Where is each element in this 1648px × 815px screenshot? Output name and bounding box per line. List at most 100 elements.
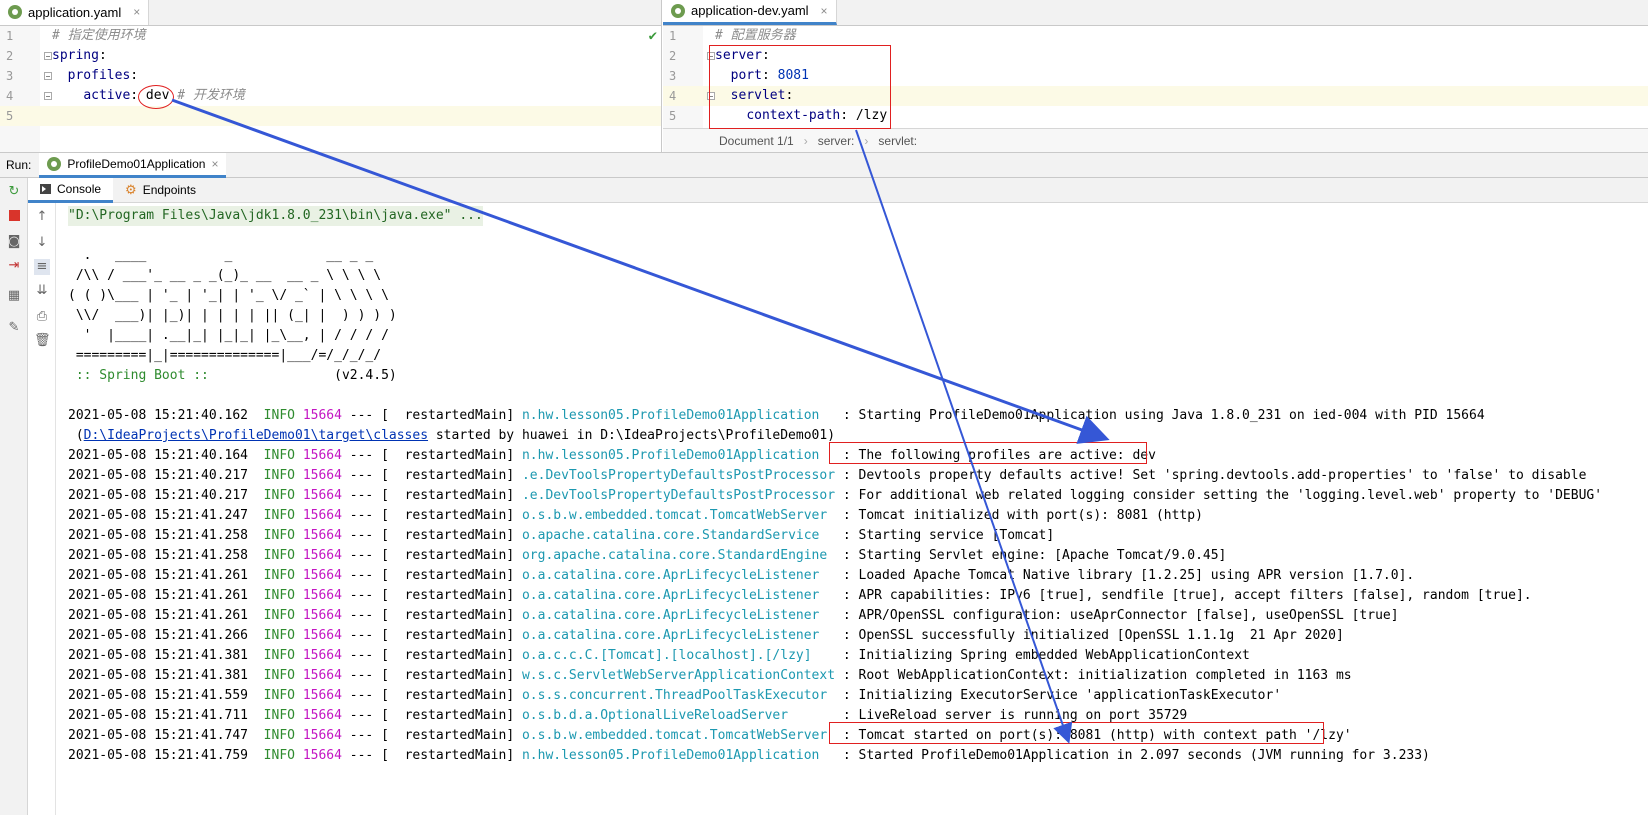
log-message: : Loaded Apache Tomcat Native library [1… xyxy=(835,568,1415,583)
log-thread: --- [ restartedMain] xyxy=(341,568,522,583)
trash-icon[interactable]: 🗑 xyxy=(34,333,51,349)
log-space xyxy=(248,588,264,603)
run-config-tab[interactable]: ProfileDemo01Application × xyxy=(39,152,227,178)
log-timestamp: 2021-05-08 15:21:40.217 xyxy=(68,488,249,503)
layout-icon[interactable]: ▦ xyxy=(6,288,22,304)
code-line[interactable]: 5 xyxy=(0,106,661,126)
line-number: 5 xyxy=(669,109,677,123)
log-level: INFO xyxy=(263,688,295,703)
breadcrumb-separator: › xyxy=(803,133,808,148)
line-number: 1 xyxy=(669,29,677,43)
tab-endpoints[interactable]: ⚙ Endpoints xyxy=(113,178,208,203)
code-line[interactable]: 1 # 配置服务器 xyxy=(663,26,1648,46)
log-level: INFO xyxy=(263,548,295,563)
soft-wrap-icon[interactable]: ≡ xyxy=(34,259,50,275)
log-pid: 15664 xyxy=(302,448,342,463)
log-pid: 15664 xyxy=(302,408,342,423)
scroll-up-icon[interactable]: ↑ xyxy=(34,209,50,225)
log-level: INFO xyxy=(263,448,295,463)
log-timestamp: 2021-05-08 15:21:41.261 xyxy=(68,568,249,583)
code-line[interactable]: 4 active: dev # 开发环境 xyxy=(0,86,661,106)
close-icon[interactable]: × xyxy=(821,4,828,18)
fold-icon[interactable] xyxy=(44,72,52,80)
log-space xyxy=(295,528,303,543)
banner-line: \\/ ___)| |_)| | | | | || (_| | ) ) ) ) xyxy=(68,308,397,323)
log-space xyxy=(295,668,303,683)
banner-line: /\\ / ___'_ __ _ _(_)_ __ __ _ \ \ \ \ xyxy=(68,268,382,283)
log-logger: o.s.s.concurrent.ThreadPoolTaskExecutor xyxy=(521,688,836,703)
banner-line: =========|_|==============|___/=/_/_/_/ xyxy=(68,348,382,363)
log-timestamp: 2021-05-08 15:21:41.381 xyxy=(68,648,249,663)
log-space xyxy=(295,688,303,703)
log-message: : Starting service [Tomcat] xyxy=(835,528,1055,543)
log-space xyxy=(248,648,264,663)
spring-run-icon xyxy=(47,156,62,171)
log-thread: --- [ restartedMain] xyxy=(341,508,522,523)
log-line: 2021-05-08 15:21:40.162 INFO 15664 --- [… xyxy=(68,406,1485,426)
stop-icon[interactable] xyxy=(6,210,22,226)
print-icon[interactable]: ⎙ xyxy=(34,309,50,325)
close-icon[interactable]: × xyxy=(211,157,218,171)
endpoints-icon: ⚙ xyxy=(125,182,137,197)
log-space xyxy=(295,608,303,623)
camera-icon[interactable]: ◙ xyxy=(6,234,22,250)
log-logger: o.a.catalina.core.AprLifecycleListener xyxy=(521,588,836,603)
log-level: INFO xyxy=(263,528,295,543)
tab-application-dev-yaml[interactable]: application-dev.yaml × xyxy=(663,0,837,25)
highlight-box-profile-active xyxy=(829,442,1147,464)
log-timestamp: 2021-05-08 15:21:41.258 xyxy=(68,548,249,563)
code-token: active xyxy=(83,88,131,103)
log-pid: 15664 xyxy=(302,648,342,663)
log-message: : APR capabilities: IPv6 [true], sendfil… xyxy=(835,588,1532,603)
log-timestamp: 2021-05-08 15:21:41.258 xyxy=(68,528,249,543)
run-label: Run: xyxy=(6,158,32,172)
code-text: spring: xyxy=(52,46,107,66)
close-icon[interactable]: × xyxy=(133,5,140,19)
code-line[interactable]: 1 # 指定使用环境 xyxy=(0,26,661,46)
line-number: 5 xyxy=(6,109,14,123)
breadcrumb-item[interactable]: servlet: xyxy=(878,134,917,148)
log-thread: --- [ restartedMain] xyxy=(341,668,522,683)
log-pid: 15664 xyxy=(302,748,342,763)
code-line[interactable]: 3 profiles: xyxy=(0,66,661,86)
spring-boot-label: :: Spring Boot :: xyxy=(68,368,217,383)
log-space xyxy=(295,448,303,463)
log-line: (D:\IdeaProjects\ProfileDemo01\target\cl… xyxy=(68,426,835,446)
log-space xyxy=(248,548,264,563)
line-number: 4 xyxy=(669,89,677,103)
breadcrumb-item[interactable]: Document 1/1 xyxy=(719,134,794,148)
tab-console[interactable]: Console xyxy=(28,177,114,203)
log-text: ( xyxy=(68,428,84,443)
log-line: 2021-05-08 15:21:41.258 INFO 15664 --- [… xyxy=(68,546,1226,566)
log-logger: o.a.c.c.C.[Tomcat].[localhost].[/lzy] xyxy=(521,648,836,663)
fold-icon[interactable] xyxy=(44,52,52,60)
log-logger: o.s.b.d.a.OptionalLiveReloadServer xyxy=(521,708,836,723)
log-thread: --- [ restartedMain] xyxy=(341,648,522,663)
rerun-icon[interactable]: ↻ xyxy=(6,184,22,200)
classpath-link[interactable]: D:\IdeaProjects\ProfileDemo01\target\cla… xyxy=(84,428,428,443)
scroll-to-end-icon[interactable]: ⇊ xyxy=(34,283,50,299)
log-line: 2021-05-08 15:21:41.266 INFO 15664 --- [… xyxy=(68,626,1344,646)
code-line[interactable]: 2 spring: xyxy=(0,46,661,66)
log-logger: o.s.b.w.embedded.tomcat.TomcatWebServer xyxy=(521,728,836,743)
left-code-area[interactable]: 1 # 指定使用环境 2 spring: 3 profiles: 4 active: de… xyxy=(0,26,661,152)
tab-application-yaml[interactable]: application.yaml × xyxy=(0,0,150,25)
inspection-ok-icon[interactable]: ✔ xyxy=(649,28,657,44)
log-logger: .e.DevToolsPropertyDefaultsPostProcessor xyxy=(521,488,836,503)
spring-boot-version-line: :: Spring Boot :: (v2.4.5) xyxy=(68,366,397,386)
pin-icon[interactable]: ✎ xyxy=(6,320,22,336)
log-thread: --- [ restartedMain] xyxy=(341,448,522,463)
log-thread: --- [ restartedMain] xyxy=(341,728,522,743)
line-number: 1 xyxy=(6,29,14,43)
tab-label: application.yaml xyxy=(28,4,122,20)
fold-icon[interactable] xyxy=(44,92,52,100)
exit-icon[interactable]: ⇥ xyxy=(6,258,22,274)
log-timestamp: 2021-05-08 15:21:41.261 xyxy=(68,608,249,623)
breadcrumb-item[interactable]: server: xyxy=(818,134,855,148)
log-message: : Devtools property defaults active! Set… xyxy=(835,468,1587,483)
left-editor-pane: application.yaml × 1 # 指定使用环境 2 spring: 3 pr… xyxy=(0,0,662,152)
scroll-down-icon[interactable]: ↓ xyxy=(34,235,50,251)
log-level: INFO xyxy=(263,568,295,583)
